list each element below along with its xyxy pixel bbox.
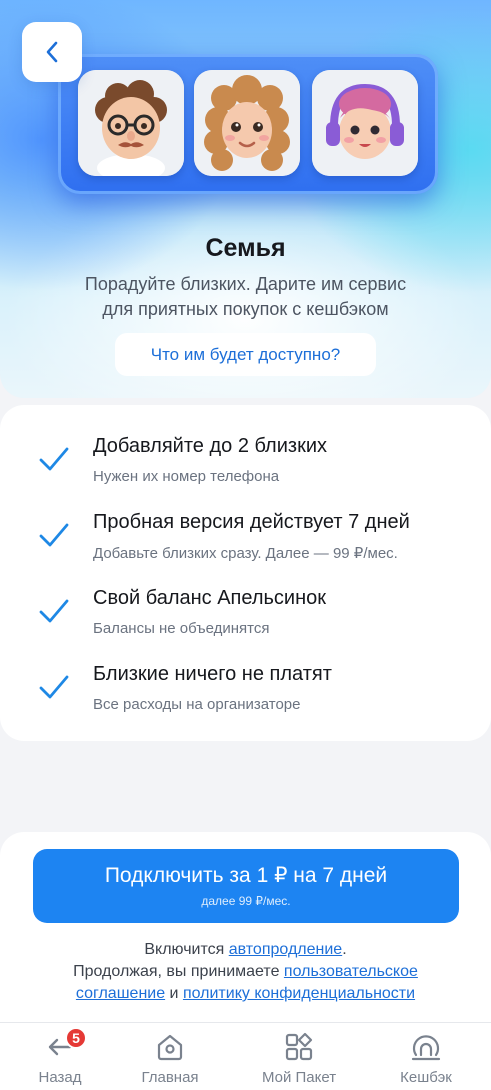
- cashback-icon: [411, 1035, 441, 1061]
- feature-title: Близкие ничего не платят: [93, 663, 332, 685]
- user-agreement-link-cont[interactable]: соглашение: [76, 985, 165, 1002]
- feature-title: Свой баланс Апельсинок: [93, 587, 327, 609]
- nav-item-package[interactable]: Мой Пакет: [244, 1023, 354, 1090]
- legal-text: Включится: [144, 941, 229, 958]
- feature-item: Добавляйте до 2 близких Нужен их номер т…: [0, 435, 491, 499]
- subscribe-button[interactable]: Подключить за 1 ₽ на 7 дней далее 99 ₽/м…: [33, 849, 459, 923]
- feature-subtitle: Нужен их номер телефона: [93, 468, 280, 485]
- feature-title: Пробная версия действует 7 дней: [93, 511, 410, 533]
- checkmark-icon: [39, 599, 69, 623]
- what-available-button[interactable]: Что им будет доступно?: [115, 333, 376, 376]
- checkmark-icon: [39, 447, 69, 471]
- back-button[interactable]: [22, 22, 82, 82]
- autorenew-notice: Включится автопродление.: [30, 939, 461, 961]
- autorenew-link[interactable]: автопродление: [229, 941, 342, 958]
- legal-text: .: [342, 941, 347, 958]
- nav-label: Мой Пакет: [261, 1069, 337, 1086]
- feature-subtitle: Добавьте близких сразу. Далее — 99 ₽/мес…: [93, 545, 398, 562]
- subscribe-button-sublabel: далее 99 ₽/мес.: [201, 894, 291, 908]
- avatar-woman-curly: [194, 70, 300, 176]
- terms-notice-line-2: соглашение и политику конфиденциальности: [30, 983, 461, 1005]
- nav-item-cashback[interactable]: Кешбэк: [371, 1023, 481, 1090]
- features-card: Добавляйте до 2 близких Нужен их номер т…: [0, 405, 491, 741]
- hero-section: Семья Порадуйте близких. Дарите им серви…: [0, 0, 491, 398]
- avatar-man-glasses: [78, 70, 184, 176]
- avatar-kid-headphones: [312, 70, 418, 176]
- home-icon: [157, 1034, 183, 1061]
- package-icon: [285, 1032, 313, 1061]
- feature-item: Близкие ничего не платят Все расходы на …: [0, 663, 491, 727]
- notification-badge: 5: [65, 1027, 87, 1049]
- privacy-policy-link[interactable]: политику конфиденциальности: [183, 985, 415, 1002]
- checkmark-icon: [39, 675, 69, 699]
- nav-label: Кешбэк: [400, 1069, 452, 1086]
- subscribe-button-label: Подключить за 1 ₽ на 7 дней: [104, 864, 388, 887]
- feature-item: Пробная версия действует 7 дней Добавьте…: [0, 511, 491, 575]
- feature-title: Добавляйте до 2 близких: [93, 435, 327, 457]
- terms-notice-line-1: Продолжая, вы принимаете пользовательско…: [30, 961, 461, 983]
- feature-subtitle: Балансы не объединятся: [93, 620, 270, 637]
- hero-subtitle-line-1: Порадуйте близких. Дарите им сервис: [84, 274, 407, 294]
- checkmark-icon: [39, 523, 69, 547]
- hero-subtitle: Порадуйте близких. Дарите им сервис для …: [40, 272, 451, 322]
- legal-text: Продолжая, вы принимаете: [73, 963, 284, 980]
- nav-label: Назад: [38, 1069, 82, 1086]
- legal-text: и: [165, 985, 183, 1002]
- feature-item: Свой баланс Апельсинок Балансы не объеди…: [0, 587, 491, 651]
- feature-subtitle: Все расходы на организаторе: [93, 696, 301, 713]
- page-title: Семья: [205, 234, 286, 262]
- nav-item-back[interactable]: 5 Назад: [5, 1023, 115, 1090]
- hero-subtitle-line-2: для приятных покупок с кешбэком: [102, 299, 389, 319]
- chevron-left-icon: [46, 41, 58, 63]
- nav-item-home[interactable]: Главная: [115, 1023, 225, 1090]
- bottom-nav: 5 Назад Главная Мой Пакет Кешбэк: [0, 1022, 491, 1090]
- nav-label: Главная: [141, 1069, 199, 1086]
- user-agreement-link[interactable]: пользовательское: [284, 963, 418, 980]
